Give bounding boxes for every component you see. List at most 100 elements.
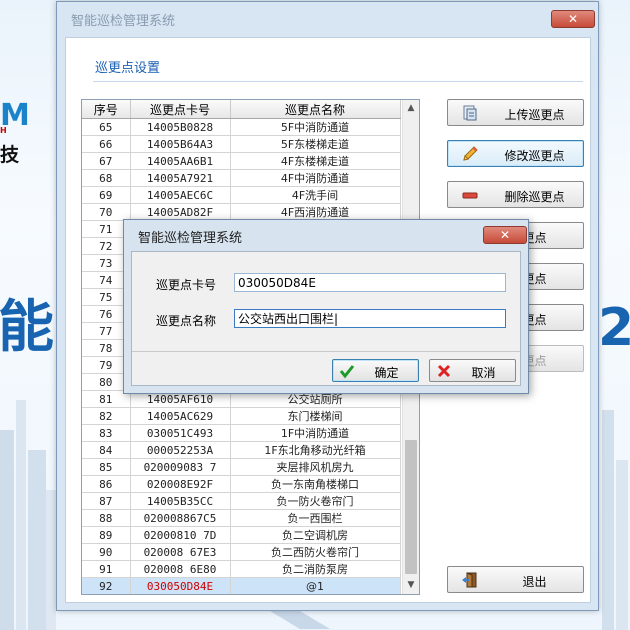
table-row[interactable]: 92 030050D84E @1 <box>82 577 401 594</box>
row-card-number-cell: 14005B35CC <box>130 492 231 510</box>
row-index-cell: 86 <box>82 475 131 493</box>
row-checkpoint-name-cell: 4F西消防通道 <box>230 203 401 221</box>
row-card-number-cell: 000052253A <box>130 441 231 459</box>
exit-door-icon <box>462 572 477 588</box>
upload-icon <box>463 105 477 121</box>
edit-checkpoint-label: 修改巡更点 <box>504 149 565 163</box>
row-index-cell: 82 <box>82 407 131 425</box>
upload-checkpoint-button[interactable]: 上传巡更点 <box>447 99 584 126</box>
row-index-cell: 89 <box>82 526 131 544</box>
table-row[interactable]: 67 14005AA6B1 4F东楼梯走道 <box>82 152 401 170</box>
table-row[interactable]: 68 14005A7921 4F中消防通道 <box>82 169 401 187</box>
row-card-number-cell: 020008 6E80 <box>130 560 231 578</box>
row-index-cell: 88 <box>82 509 131 527</box>
minus-icon <box>462 192 478 199</box>
table-row[interactable]: 84 000052253A 1F东北角移动光纤箱 <box>82 441 401 459</box>
cancel-button[interactable]: 取消 <box>429 359 516 382</box>
table-row[interactable]: 90 020008 67E3 负二西防火卷帘门 <box>82 543 401 561</box>
section-divider <box>93 81 583 82</box>
background-banner-text-left: 能 <box>0 295 54 360</box>
edit-checkpoint-dialog: 智能巡检管理系统 ✕ 巡更点卡号 030050D84E 巡更点名称 公交站西出口… <box>123 219 529 394</box>
row-card-number-cell: 14005AD82F <box>130 203 231 221</box>
close-x-icon <box>437 364 451 378</box>
row-card-number-cell: 02000810 7D <box>130 526 231 544</box>
row-index-cell: 69 <box>82 186 131 204</box>
scroll-down-arrow-icon[interactable]: ▼ <box>403 577 419 594</box>
table-row[interactable]: 86 020008E92F 负一东南角楼梯口 <box>82 475 401 493</box>
column-header-checkpoint-name[interactable]: 巡更点名称 <box>230 100 401 119</box>
card-number-field[interactable]: 030050D84E <box>234 273 506 292</box>
table-row[interactable]: 85 020009083 7 夹层排风机房九 <box>82 458 401 476</box>
confirm-button[interactable]: 确定 <box>332 359 419 382</box>
edit-checkpoint-button[interactable]: 修改巡更点 <box>447 140 584 167</box>
delete-checkpoint-button[interactable]: 删除巡更点 <box>447 181 584 208</box>
scroll-up-arrow-icon[interactable]: ▲ <box>403 100 419 117</box>
background-company-char: 技 <box>0 144 20 166</box>
table-row[interactable]: 69 14005AEC6C 4F洗手间 <box>82 186 401 204</box>
row-checkpoint-name-cell: 4F洗手间 <box>230 186 401 204</box>
table-row[interactable]: 83 030051C493 1F中消防通道 <box>82 424 401 442</box>
row-checkpoint-name-cell: 1F中消防通道 <box>230 424 401 442</box>
delete-checkpoint-label: 删除巡更点 <box>504 190 565 204</box>
row-checkpoint-name-cell: 5F东楼梯走道 <box>230 135 401 153</box>
row-card-number-cell: 14005AEC6C <box>130 186 231 204</box>
confirm-label: 确定 <box>374 366 399 380</box>
row-card-number-cell: 020008867C5 <box>130 509 231 527</box>
row-checkpoint-name-cell: 负二西防火卷帘门 <box>230 543 401 561</box>
table-row[interactable]: 88 020008867C5 负一西围栏 <box>82 509 401 527</box>
background-city-right <box>602 410 628 630</box>
row-card-number-cell: 020009083 7 <box>130 458 231 476</box>
row-index-cell: 68 <box>82 169 131 187</box>
exit-label: 退出 <box>522 575 547 589</box>
exit-button[interactable]: 退出 <box>447 566 584 593</box>
column-header-index[interactable]: 序号 <box>82 100 131 119</box>
row-card-number-cell: 14005AA6B1 <box>130 152 231 170</box>
dialog-body: 巡更点卡号 030050D84E 巡更点名称 公交站西出口围栏| 确定 取消 <box>131 251 521 386</box>
checkpoint-name-field[interactable]: 公交站西出口围栏| <box>234 309 506 328</box>
row-checkpoint-name-cell: 5F中消防通道 <box>230 118 401 136</box>
row-checkpoint-name-cell: 东门楼梯间 <box>230 407 401 425</box>
scrollbar-thumb[interactable] <box>405 440 417 574</box>
row-index-cell: 67 <box>82 152 131 170</box>
table-row[interactable]: 65 14005B0828 5F中消防通道 <box>82 118 401 136</box>
row-index-cell: 65 <box>82 118 131 136</box>
card-number-label: 巡更点卡号 <box>156 278 217 292</box>
dialog-title: 智能巡检管理系统 <box>138 231 243 246</box>
background-tagline: H <box>0 126 7 135</box>
table-header-row: 序号 巡更点卡号 巡更点名称 <box>82 100 401 119</box>
background-city-left <box>0 400 56 630</box>
main-window-title: 智能巡检管理系统 <box>71 14 176 29</box>
row-checkpoint-name-cell: @1 <box>230 577 401 594</box>
cancel-label: 取消 <box>471 366 496 380</box>
row-index-cell: 90 <box>82 543 131 561</box>
row-checkpoint-name-cell: 负一西围栏 <box>230 509 401 527</box>
row-index-cell: 91 <box>82 560 131 578</box>
row-checkpoint-name-cell: 夹层排风机房九 <box>230 458 401 476</box>
row-card-number-cell: 020008 67E3 <box>130 543 231 561</box>
row-checkpoint-name-cell: 负二消防泵房 <box>230 560 401 578</box>
row-card-number-cell: 020008E92F <box>130 475 231 493</box>
row-index-cell: 84 <box>82 441 131 459</box>
checkmark-icon <box>339 365 355 379</box>
row-index-cell: 70 <box>82 203 131 221</box>
section-title: 巡更点设置 <box>95 61 161 76</box>
table-row[interactable]: 82 14005AC629 东门楼梯间 <box>82 407 401 425</box>
dialog-close-button[interactable]: ✕ <box>483 226 527 244</box>
row-index-cell: 85 <box>82 458 131 476</box>
row-checkpoint-name-cell: 1F东北角移动光纤箱 <box>230 441 401 459</box>
column-header-card-number[interactable]: 巡更点卡号 <box>130 100 231 119</box>
main-close-button[interactable]: ✕ <box>551 10 595 28</box>
row-card-number-cell: 030050D84E <box>130 577 231 594</box>
table-row[interactable]: 87 14005B35CC 负一防火卷帘门 <box>82 492 401 510</box>
row-card-number-cell: 030051C493 <box>130 424 231 442</box>
row-index-cell: 83 <box>82 424 131 442</box>
table-row[interactable]: 66 14005B64A3 5F东楼梯走道 <box>82 135 401 153</box>
row-card-number-cell: 14005B0828 <box>130 118 231 136</box>
row-checkpoint-name-cell: 负一防火卷帘门 <box>230 492 401 510</box>
row-card-number-cell: 14005A7921 <box>130 169 231 187</box>
row-index-cell: 92 <box>82 577 131 594</box>
pencil-icon <box>463 146 478 161</box>
table-row[interactable]: 89 02000810 7D 负二空调机房 <box>82 526 401 544</box>
table-row[interactable]: 91 020008 6E80 负二消防泵房 <box>82 560 401 578</box>
table-row[interactable]: 70 14005AD82F 4F西消防通道 <box>82 203 401 221</box>
